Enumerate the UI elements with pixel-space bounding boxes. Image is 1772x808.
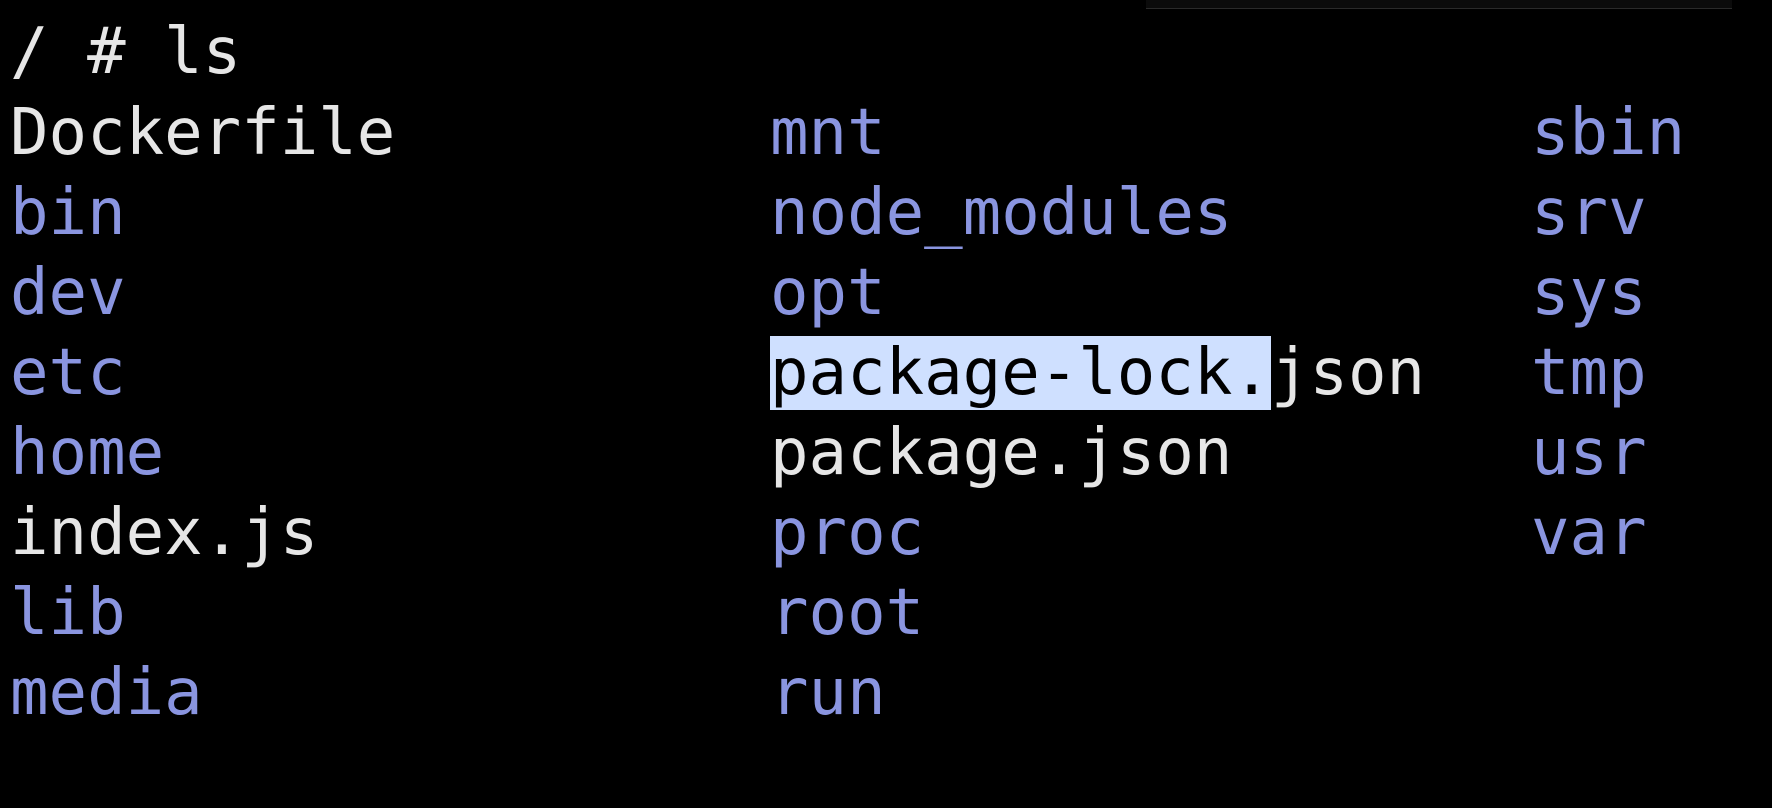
- ls-entry-directory: node_modules: [770, 176, 1233, 250]
- ls-entry-directory: dev: [10, 256, 126, 330]
- terminal-output[interactable]: / # ls Dockerfile mnt sbin bin node_modu…: [10, 8, 1762, 808]
- listing-row: media run: [10, 648, 1762, 738]
- ls-entry-directory: sys: [1531, 256, 1647, 330]
- ls-entry-directory: srv: [1531, 176, 1647, 250]
- ls-entry-file-selected[interactable]: package-lock.json: [770, 328, 1425, 418]
- listing-row: lib root: [10, 568, 1762, 658]
- ls-entry-file: Dockerfile: [10, 96, 396, 170]
- ls-entry-directory: etc: [10, 336, 126, 410]
- ls-entry-file: index.js: [10, 496, 319, 570]
- listing-row: etc package-lock.json tmp: [10, 328, 1762, 418]
- ls-entry-directory: sbin: [1531, 96, 1686, 170]
- listing-row: index.js proc var: [10, 488, 1762, 578]
- ls-entry-directory: lib: [10, 576, 126, 650]
- unselected-text: json: [1270, 336, 1426, 410]
- text-selection-highlight[interactable]: package-lock.: [770, 336, 1271, 410]
- ls-entry-directory: tmp: [1531, 336, 1647, 410]
- ls-entry-directory: media: [10, 656, 203, 730]
- listing-row: dev opt sys: [10, 248, 1762, 338]
- ls-entry-directory: var: [1531, 496, 1647, 570]
- ls-entry-directory: bin: [10, 176, 126, 250]
- ls-entry-file: package.json: [770, 416, 1233, 490]
- ls-entry-directory: mnt: [770, 96, 886, 170]
- command-prompt: / # ls: [10, 15, 242, 89]
- ls-entry-directory: home: [10, 416, 165, 490]
- ls-entry-directory: root: [770, 576, 925, 650]
- ls-entry-directory: opt: [770, 256, 886, 330]
- ls-entry-directory: run: [770, 656, 886, 730]
- listing-row: home package.json usr: [10, 408, 1762, 498]
- listing-row: Dockerfile mnt sbin: [10, 88, 1762, 178]
- listing-row: bin node_modules srv: [10, 168, 1762, 258]
- ls-entry-directory: usr: [1531, 416, 1647, 490]
- ls-entry-directory: proc: [770, 496, 925, 570]
